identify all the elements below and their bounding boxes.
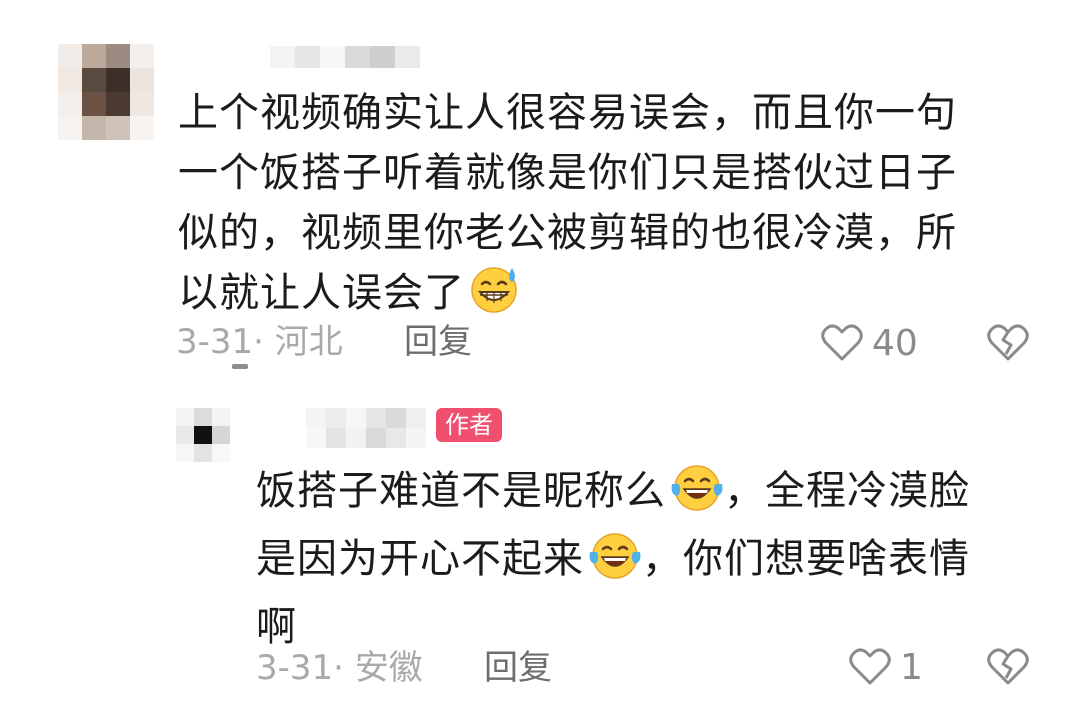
reply-like-button[interactable]: 1 [848, 646, 923, 690]
comment-date-location: 3-31· 河北 [176, 322, 343, 362]
like-count: 1 [900, 647, 923, 688]
comment-location: · 河北 [253, 322, 343, 362]
avatar[interactable] [58, 44, 154, 140]
broken-heart-icon [986, 648, 1030, 690]
heart-icon [848, 646, 892, 690]
reply-button[interactable]: 回复 [484, 648, 552, 688]
reply-text-line: ，你们想要啥表情 [642, 536, 970, 582]
reply-text-line: 是因为开心不起来 ，你们想要啥表情 [256, 529, 1056, 597]
like-button[interactable]: 40 [820, 322, 918, 366]
reply-dislike-button[interactable] [986, 646, 1030, 690]
reply-avatar[interactable] [176, 408, 230, 462]
tears-of-joy-icon [588, 530, 642, 597]
reply-button[interactable]: 回复 [404, 322, 472, 362]
divider [232, 364, 248, 369]
reply-date-location: 3-31· 安徽 [256, 648, 423, 688]
comment-text-line: 似的，视频里你老公被剪辑的也很冷漠，所 [178, 210, 957, 256]
comment-text-line-last: 以就让人误会了 [178, 263, 1058, 331]
reply-text-line: 是因为开心不起来 [256, 536, 584, 582]
author-badge: 作者 [436, 408, 502, 442]
reply-text: 饭搭子难道不是昵称么 ，全程冷漠脸 是因为开心不起来 ，你们想要啥表情 啊 [256, 461, 1056, 657]
reply-text-line: 饭搭子难道不是昵称么 ，全程冷漠脸 [256, 461, 1056, 529]
comment-thread: 上个视频确实让人很容易误会，而且你一句 一个饭搭子听着就像是你们只是搭伙过日子 … [0, 0, 1080, 703]
reply-text-line: 饭搭子难道不是昵称么 [256, 468, 666, 514]
reply-location: · 安徽 [333, 648, 423, 688]
comment-text: 上个视频确实让人很容易误会，而且你一句 一个饭搭子听着就像是你们只是搭伙过日子 … [178, 83, 1058, 331]
reply-text-line: ，全程冷漠脸 [724, 468, 970, 514]
comment-date: 3-31 [176, 322, 254, 362]
dislike-button[interactable] [986, 322, 1030, 366]
comment-text-line: 以就让人误会了 [178, 270, 465, 316]
username-blurred[interactable] [270, 46, 420, 68]
heart-icon [820, 322, 864, 366]
tears-of-joy-icon [670, 462, 724, 529]
broken-heart-icon [986, 324, 1030, 366]
comment-text-line: 上个视频确实让人很容易误会，而且你一句 [178, 90, 957, 136]
comment-text-line: 一个饭搭子听着就像是你们只是搭伙过日子 [178, 150, 957, 196]
reply-username-blurred[interactable] [306, 408, 426, 448]
grin-sweat-icon [469, 264, 521, 331]
reply-date: 3-31 [256, 648, 334, 688]
like-count: 40 [872, 323, 918, 364]
